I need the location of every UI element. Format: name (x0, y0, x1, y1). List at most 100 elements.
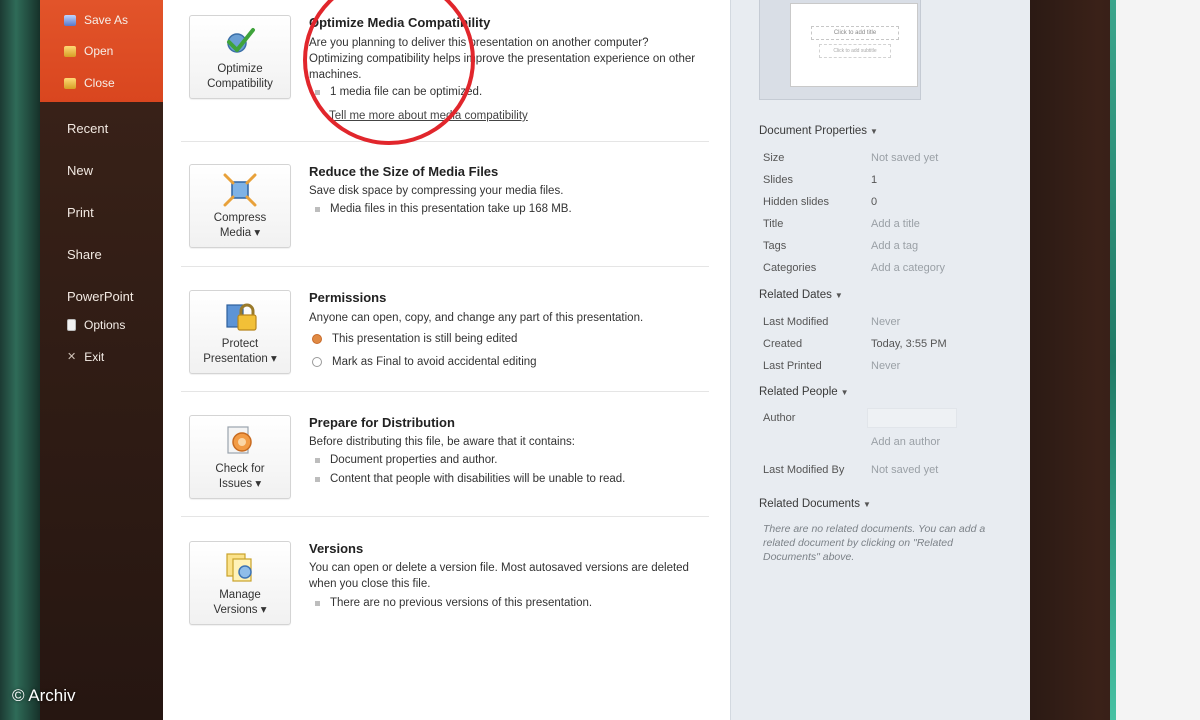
prop-label: Created (763, 338, 803, 350)
document-icon (67, 319, 76, 331)
manage-versions-button[interactable]: Manage Versions ▾ (189, 541, 291, 625)
check-for-issues-label: Check for Issues ▾ (215, 463, 265, 490)
related-dates-header[interactable]: Related Dates ▼ (759, 289, 843, 301)
chevron-down-icon: ▼ (863, 500, 871, 509)
nav-save-as[interactable]: Save As (64, 13, 128, 27)
inspect-document-icon (223, 424, 257, 458)
section-title: Permissions (309, 290, 387, 305)
section-reduce-media-size: Compress Media ▾ Reduce the Size of Medi… (181, 142, 709, 267)
nav-options[interactable]: Options (67, 318, 125, 332)
bullet-text: This presentation is still being edited (332, 333, 518, 345)
media-compatibility-link[interactable]: Tell me more about media compatibility (329, 110, 528, 122)
manage-versions-label: Manage Versions ▾ (213, 589, 267, 616)
nav-print[interactable]: Print (67, 205, 94, 220)
categories-field[interactable]: Add a category (871, 262, 945, 274)
protect-presentation-button[interactable]: Protect Presentation ▾ (189, 290, 291, 374)
bullet-marker (315, 600, 320, 606)
prop-label: Last Modified By (763, 464, 845, 476)
related-documents-note: There are no related documents. You can … (763, 523, 986, 563)
copyright-watermark: © Archiv (12, 686, 76, 705)
prop-label: Last Printed (763, 360, 822, 372)
status-radio-on (312, 334, 322, 344)
subtitle-placeholder: Click to add subtitle (819, 44, 891, 58)
close-icon: ✕ (67, 350, 77, 363)
bullet-text: Document properties and author. (330, 454, 498, 466)
related-documents-header[interactable]: Related Documents ▼ (759, 498, 871, 510)
nav-recent[interactable]: Recent (67, 121, 108, 136)
section-description: Before distributing this file, be aware … (309, 436, 575, 448)
bullet-text: 1 media file can be optimized. (330, 86, 483, 98)
optimize-compatibility-button[interactable]: Optimize Compatibility (189, 15, 291, 99)
section-description: Anyone can open, copy, and change any pa… (309, 312, 644, 324)
prop-value: Not saved yet (871, 464, 939, 476)
prop-value: Not saved yet (871, 152, 939, 164)
section-title: Reduce the Size of Media Files (309, 164, 499, 179)
bullet-text: There are no previous versions of this p… (330, 597, 593, 609)
add-author-field[interactable]: Add an author (871, 436, 940, 448)
document-properties-header[interactable]: Document Properties ▼ (759, 125, 878, 137)
optimize-check-icon (223, 24, 257, 58)
section-description: Are you planning to deliver this present… (309, 37, 696, 81)
nav-new[interactable]: New (67, 163, 93, 178)
nav-exit-label: Exit (84, 350, 105, 364)
section-title: Prepare for Distribution (309, 415, 455, 430)
protect-presentation-label: Protect Presentation ▾ (203, 338, 277, 365)
bullet-item: There are no previous versions of this p… (309, 597, 592, 609)
folder-icon (64, 77, 76, 89)
related-dates-label: Related Dates (759, 289, 832, 301)
section-optimize-compatibility: Optimize Compatibility Optimize Media Co… (181, 0, 709, 142)
nav-options-label: Options (84, 318, 126, 332)
bullet-item: Document properties and author. (309, 454, 498, 466)
optimize-compatibility-label: Optimize Compatibility (207, 63, 273, 90)
slide-thumbnail[interactable]: Click to add title Click to add subtitle (759, 0, 921, 100)
section-permissions: Protect Presentation ▾ Permissions Anyon… (181, 267, 709, 392)
bullet-marker (315, 476, 320, 482)
desktop-background (1116, 0, 1200, 720)
compress-media-icon (223, 173, 257, 207)
chevron-down-icon: ▼ (870, 127, 878, 136)
nav-open-label: Open (84, 44, 114, 58)
bullet-text: Content that people with disabilities wi… (330, 473, 626, 485)
nav-share[interactable]: Share (67, 247, 102, 262)
title-placeholder: Click to add title (811, 26, 899, 40)
tags-field[interactable]: Add a tag (871, 240, 918, 252)
bullet-item: Media files in this presentation take up… (309, 203, 572, 215)
section-versions: Manage Versions ▾ Versions You can open … (181, 517, 709, 647)
permission-status-edited: This presentation is still being edited (309, 333, 517, 345)
check-for-issues-button[interactable]: Check for Issues ▾ (189, 415, 291, 499)
window-edge-right (1030, 0, 1200, 720)
prop-value: Never (871, 316, 901, 328)
lock-icon (223, 299, 257, 333)
related-people-label: Related People (759, 386, 838, 398)
section-prepare-distribution: Check for Issues ▾ Prepare for Distribut… (181, 392, 709, 517)
prop-label: Categories (763, 262, 817, 274)
versions-icon (223, 550, 257, 584)
prop-label: Hidden slides (763, 196, 830, 208)
prop-label: Slides (763, 174, 793, 186)
nav-close[interactable]: Close (64, 76, 115, 90)
section-description: You can open or delete a version file. M… (309, 562, 689, 590)
related-documents-label: Related Documents (759, 498, 860, 510)
save-icon (64, 14, 76, 26)
bullet-text: Mark as Final to avoid accidental editin… (332, 356, 537, 368)
prop-label: Tags (763, 240, 787, 252)
author-field[interactable] (867, 408, 957, 428)
compress-media-label: Compress Media ▾ (213, 212, 267, 239)
related-people-header[interactable]: Related People ▼ (759, 386, 849, 398)
properties-panel: Click to add title Click to add subtitle… (730, 0, 1030, 720)
section-title: Versions (309, 541, 364, 556)
nav-powerpoint: PowerPoint (67, 289, 134, 304)
prop-value: Never (871, 360, 901, 372)
prop-label: Last Modified (763, 316, 829, 328)
chevron-down-icon: ▼ (834, 291, 843, 300)
bullet-marker (315, 89, 320, 95)
nav-exit[interactable]: ✕ Exit (67, 350, 104, 364)
chevron-down-icon: ▼ (840, 388, 849, 397)
nav-open[interactable]: Open (64, 44, 113, 58)
prop-value: Today, 3:55 PM (871, 338, 947, 350)
status-radio-off (312, 357, 322, 367)
title-field[interactable]: Add a title (871, 218, 920, 230)
permission-status-final: Mark as Final to avoid accidental editin… (309, 356, 537, 368)
bullet-marker (315, 457, 320, 463)
compress-media-button[interactable]: Compress Media ▾ (189, 164, 291, 248)
